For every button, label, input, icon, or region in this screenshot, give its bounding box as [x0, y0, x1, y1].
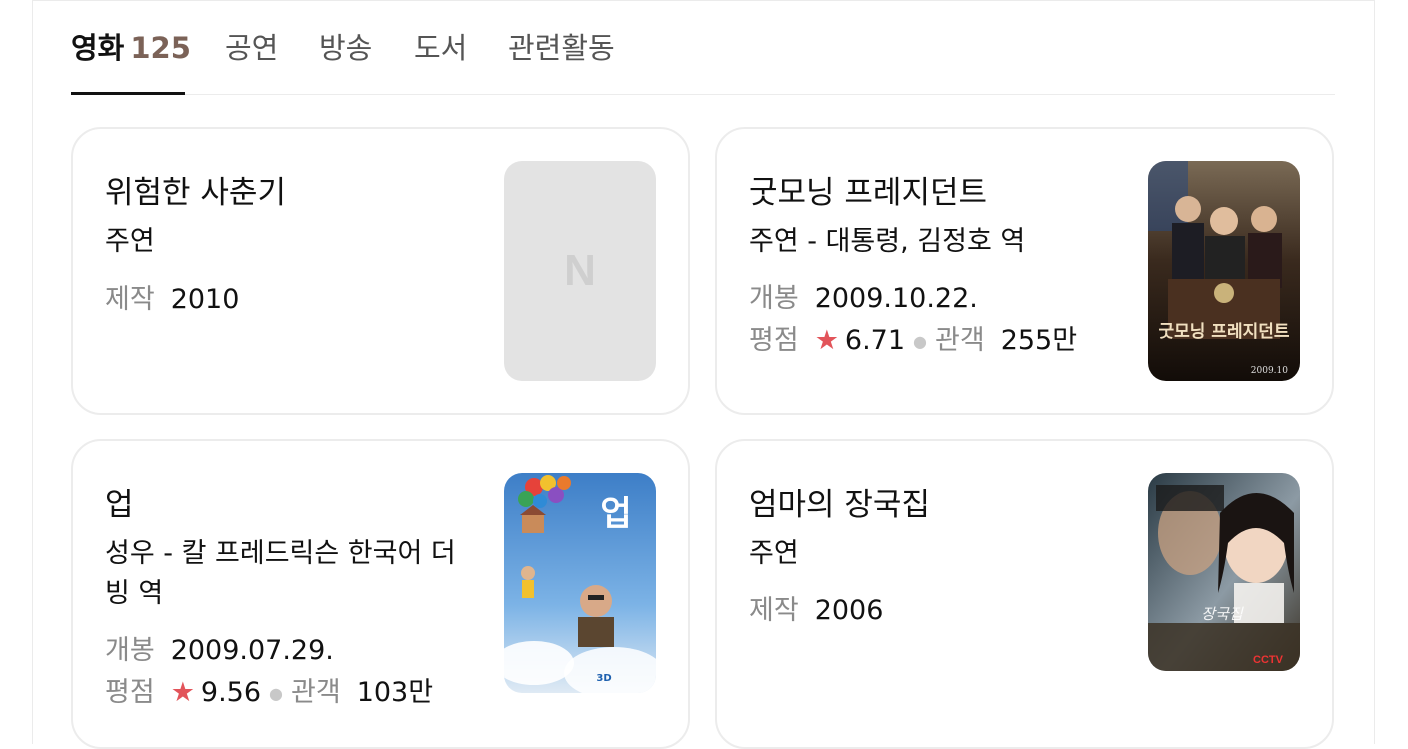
tab-books-label: 도서	[414, 31, 468, 65]
movie-release-date: 개봉 2009.10.22.	[749, 279, 978, 319]
audience-value: 255만	[1000, 325, 1078, 356]
movie-card[interactable]: 엄마의 장국집 주연 제작 2006 장국집 CCTV	[715, 439, 1334, 749]
poster-title-text: 업	[600, 494, 631, 534]
tab-movies-count: 125	[130, 31, 191, 65]
rating-value: 6.71	[844, 325, 906, 356]
rating-key: 평점	[105, 677, 155, 708]
movie-poster: 장국집 CCTV	[1148, 473, 1300, 671]
meta-key: 개봉	[749, 283, 799, 314]
audience-value: 103만	[356, 677, 434, 708]
movie-production-year: 제작 2010	[105, 280, 239, 320]
meta-key: 제작	[105, 284, 155, 315]
tab-performances-label: 공연	[225, 31, 279, 65]
poster-date-text: 2009.10	[1251, 366, 1288, 376]
meta-key: 제작	[749, 595, 799, 626]
movie-poster: 굿모닝 프레지던트 2009.10	[1148, 161, 1300, 381]
movie-rating-audience: 평점 ★ 9.56 ● 관객 103만	[105, 673, 433, 714]
star-icon: ★	[814, 325, 839, 356]
audience-key: 관객	[291, 677, 341, 708]
movie-role: 주연	[749, 538, 799, 569]
movie-poster: 업 3D	[504, 473, 656, 693]
audience-key: 관객	[935, 325, 985, 356]
star-icon: ★	[170, 677, 195, 708]
tab-related-activities[interactable]: 관련활동	[508, 28, 615, 68]
poster-title-text: 굿모닝 프레지던트	[1158, 322, 1289, 342]
meta-value: 2009.07.29.	[170, 635, 334, 666]
meta-value: 2010	[170, 284, 240, 315]
rating-key: 평점	[749, 325, 799, 356]
category-tabs: 영화 125 공연 방송 도서 관련활동	[71, 0, 1335, 95]
poster-tag-text: CCTV	[1253, 654, 1284, 666]
poster-up: 업 3D	[504, 473, 656, 693]
tab-movies[interactable]: 영화 125	[71, 28, 191, 68]
movie-role: 성우 - 칼 프레드릭슨 한국어 더빙 역	[105, 538, 456, 609]
movie-card[interactable]: 굿모닝 프레지던트 주연 - 대통령, 김정호 역 개봉 2009.10.22. …	[715, 127, 1334, 415]
movie-role: 주연	[105, 226, 155, 257]
poster-good-morning-president: 굿모닝 프레지던트 2009.10	[1148, 161, 1300, 381]
movie-rating-audience: 평점 ★ 6.71 ● 관객 255만	[749, 321, 1077, 362]
poster-mothers-soup-restaurant: 장국집 CCTV	[1148, 473, 1300, 671]
poster-placeholder: N	[504, 161, 656, 381]
movie-title: 엄마의 장국집	[749, 487, 930, 523]
svg-text:장국집: 장국집	[1201, 605, 1244, 623]
active-tab-indicator	[71, 92, 185, 95]
tab-broadcasts[interactable]: 방송	[319, 28, 372, 68]
movie-title: 굿모닝 프레지던트	[749, 175, 988, 211]
meta-value: 2009.10.22.	[814, 283, 978, 314]
movie-card[interactable]: 위험한 사춘기 주연 제작 2010 N	[71, 127, 690, 415]
naver-logo-icon: N	[564, 246, 596, 295]
movie-title: 업	[105, 487, 134, 523]
movie-release-date: 개봉 2009.07.29.	[105, 631, 334, 671]
tab-movies-label: 영화	[71, 31, 125, 65]
movie-role: 주연 - 대통령, 김정호 역	[749, 226, 1026, 257]
meta-value: 2006	[814, 595, 884, 626]
tab-performances[interactable]: 공연	[225, 28, 278, 68]
movie-title: 위험한 사춘기	[105, 175, 286, 211]
tab-related-activities-label: 관련활동	[508, 31, 615, 65]
poster-tag-text: 3D	[596, 673, 611, 684]
rating-value: 9.56	[200, 677, 262, 708]
meta-key: 개봉	[105, 635, 155, 666]
movie-card[interactable]: 업 성우 - 칼 프레드릭슨 한국어 더빙 역 개봉 2009.07.29. 평점…	[71, 439, 690, 749]
separator-dot: ●	[269, 683, 283, 703]
tab-broadcasts-label: 방송	[319, 31, 373, 65]
movie-production-year: 제작 2006	[749, 591, 883, 631]
separator-dot: ●	[913, 331, 927, 351]
tab-books[interactable]: 도서	[414, 28, 467, 68]
